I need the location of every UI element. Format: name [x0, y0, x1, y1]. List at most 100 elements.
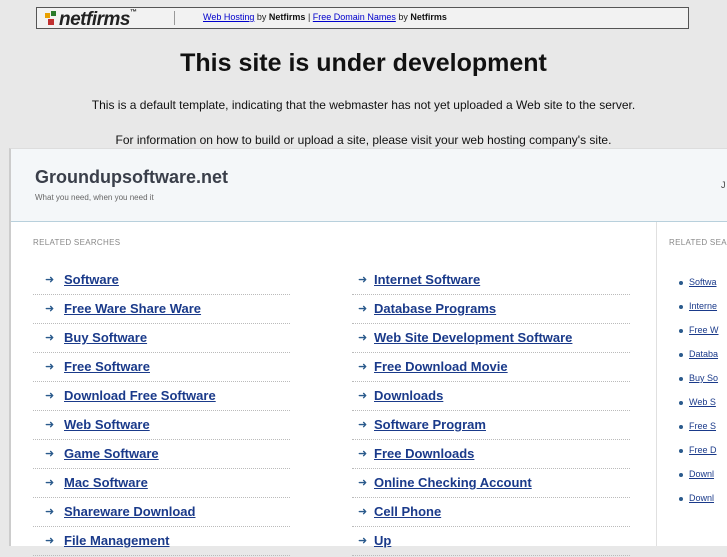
arrow-right-icon: ➜ — [45, 303, 55, 315]
arrow-right-icon: ➜ — [358, 274, 368, 286]
related-searches-main: RELATED SEARCHES ➜ Software ➜ Free Ware Sha… — [11, 222, 657, 556]
related-search-link[interactable]: Game Software — [64, 446, 159, 461]
related-search-link[interactable]: Buy Software — [64, 330, 147, 345]
hosting-info-notice: For information on how to build or uploa… — [115, 133, 612, 147]
sidebar-related-searches-label: RELATED SEA — [669, 238, 727, 247]
sidebar-search-item: Databa — [679, 349, 718, 359]
sidebar-search-link[interactable]: Free S — [689, 421, 716, 431]
related-search-link[interactable]: Up — [374, 533, 391, 548]
arrow-right-icon: ➜ — [45, 361, 55, 373]
netfirms-banner: netfirms™ Web Hosting by Netfirms | Free… — [36, 7, 689, 31]
related-search-link[interactable]: Internet Software — [374, 272, 480, 287]
arrow-right-icon: ➜ — [45, 274, 55, 286]
arrow-right-icon: ➜ — [358, 477, 368, 489]
arrow-right-icon: ➜ — [45, 419, 55, 431]
free-domain-names-link[interactable]: Free Domain Names — [313, 12, 396, 22]
related-search-row: ➜ Up — [352, 528, 630, 556]
bullet-icon — [679, 304, 683, 309]
banner-by-1: by — [256, 12, 267, 22]
bullet-icon — [679, 496, 683, 501]
related-search-row: ➜ Online Checking Account — [352, 470, 630, 498]
arrow-right-icon: ➜ — [358, 448, 368, 460]
arrow-right-icon: ➜ — [45, 535, 55, 547]
arrow-right-icon: ➜ — [45, 506, 55, 518]
arrow-right-icon: ➜ — [45, 448, 55, 460]
arrow-right-icon: ➜ — [358, 332, 368, 344]
related-search-row: ➜ Free Ware Share Ware — [33, 296, 290, 324]
related-search-row: ➜ Free Download Movie — [352, 354, 630, 382]
related-search-link[interactable]: Mac Software — [64, 475, 148, 490]
related-search-link[interactable]: File Management — [64, 533, 169, 548]
related-search-link[interactable]: Free Download Movie — [374, 359, 508, 374]
related-search-link[interactable]: Downloads — [374, 388, 443, 403]
header-right-fragment: J — [721, 180, 726, 190]
arrow-right-icon: ➜ — [358, 361, 368, 373]
related-search-link[interactable]: Software Program — [374, 417, 486, 432]
sidebar-search-item: Buy So — [679, 373, 718, 383]
bullet-icon — [679, 400, 683, 405]
parked-domain-frame: Groundupsoftware.net What you need, when… — [9, 148, 727, 556]
bullet-icon — [679, 376, 683, 381]
related-search-link[interactable]: Database Programs — [374, 301, 496, 316]
page-title: This site is under development — [180, 49, 547, 77]
related-searches-sidebar: RELATED SEA Softwa Interne Free W Databa Buy… — [657, 222, 727, 546]
sidebar-search-link[interactable]: Downl — [689, 469, 714, 479]
banner-brand-2: Netfirms — [410, 12, 447, 22]
related-search-row: ➜ File Management — [33, 528, 290, 556]
related-search-row: ➜ Shareware Download — [33, 499, 290, 527]
sidebar-search-link[interactable]: Free W — [689, 325, 719, 335]
sidebar-search-item: Free S — [679, 421, 716, 431]
bullet-icon — [679, 448, 683, 453]
site-tagline: What you need, when you need it — [35, 193, 154, 202]
sidebar-search-item: Interne — [679, 301, 717, 311]
related-search-link[interactable]: Web Software — [64, 417, 150, 432]
related-search-link[interactable]: Online Checking Account — [374, 475, 532, 490]
site-header: Groundupsoftware.net What you need, when… — [11, 149, 727, 222]
netfirms-logo-icon — [45, 11, 56, 25]
related-search-row: ➜ Web Site Development Software — [352, 325, 630, 353]
arrow-right-icon: ➜ — [358, 303, 368, 315]
arrow-right-icon: ➜ — [45, 390, 55, 402]
related-search-row: ➜ Internet Software — [352, 267, 630, 295]
sidebar-search-link[interactable]: Free D — [689, 445, 717, 455]
related-search-row: ➜ Game Software — [33, 441, 290, 469]
related-search-row: ➜ Download Free Software — [33, 383, 290, 411]
related-search-row: ➜ Cell Phone — [352, 499, 630, 527]
related-search-link[interactable]: Web Site Development Software — [374, 330, 572, 345]
web-hosting-link[interactable]: Web Hosting — [203, 12, 254, 22]
related-search-link[interactable]: Software — [64, 272, 119, 287]
sidebar-search-link[interactable]: Buy So — [689, 373, 718, 383]
sidebar-search-link[interactable]: Softwa — [689, 277, 717, 287]
banner-links: Web Hosting by Netfirms | Free Domain Na… — [203, 12, 447, 22]
sidebar-search-link[interactable]: Downl — [689, 493, 714, 503]
sidebar-search-item: Free W — [679, 325, 719, 335]
banner-divider — [174, 11, 175, 25]
sidebar-search-link[interactable]: Interne — [689, 301, 717, 311]
arrow-right-icon: ➜ — [358, 390, 368, 402]
related-search-link[interactable]: Download Free Software — [64, 388, 216, 403]
related-search-link[interactable]: Shareware Download — [64, 504, 195, 519]
sidebar-search-link[interactable]: Web S — [689, 397, 716, 407]
related-searches-right-column: ➜ Internet Software ➜ Database Programs ➜ Web… — [352, 267, 630, 557]
sidebar-search-item: Downl — [679, 493, 714, 503]
related-search-link[interactable]: Cell Phone — [374, 504, 441, 519]
bullet-icon — [679, 424, 683, 429]
related-search-link[interactable]: Free Ware Share Ware — [64, 301, 201, 316]
sidebar-search-link[interactable]: Databa — [689, 349, 718, 359]
sidebar-search-item: Softwa — [679, 277, 717, 287]
arrow-right-icon: ➜ — [358, 506, 368, 518]
related-searches-label: RELATED SEARCHES — [33, 238, 121, 247]
site-name: Groundupsoftware.net — [35, 167, 228, 187]
related-search-link[interactable]: Free Software — [64, 359, 150, 374]
bullet-icon — [679, 328, 683, 333]
related-search-row: ➜ Free Downloads — [352, 441, 630, 469]
related-search-row: ➜ Web Software — [33, 412, 290, 440]
related-search-link[interactable]: Free Downloads — [374, 446, 474, 461]
logo-text: netfirms — [59, 9, 130, 30]
related-search-row: ➜ Buy Software — [33, 325, 290, 353]
netfirms-logo[interactable]: netfirms™ — [59, 9, 137, 31]
banner-by-2: by — [398, 12, 408, 22]
arrow-right-icon: ➜ — [45, 332, 55, 344]
default-template-notice: This is a default template, indicating t… — [91, 98, 636, 112]
related-searches-left-column: ➜ Software ➜ Free Ware Share Ware ➜ Buy Softw… — [33, 267, 290, 557]
